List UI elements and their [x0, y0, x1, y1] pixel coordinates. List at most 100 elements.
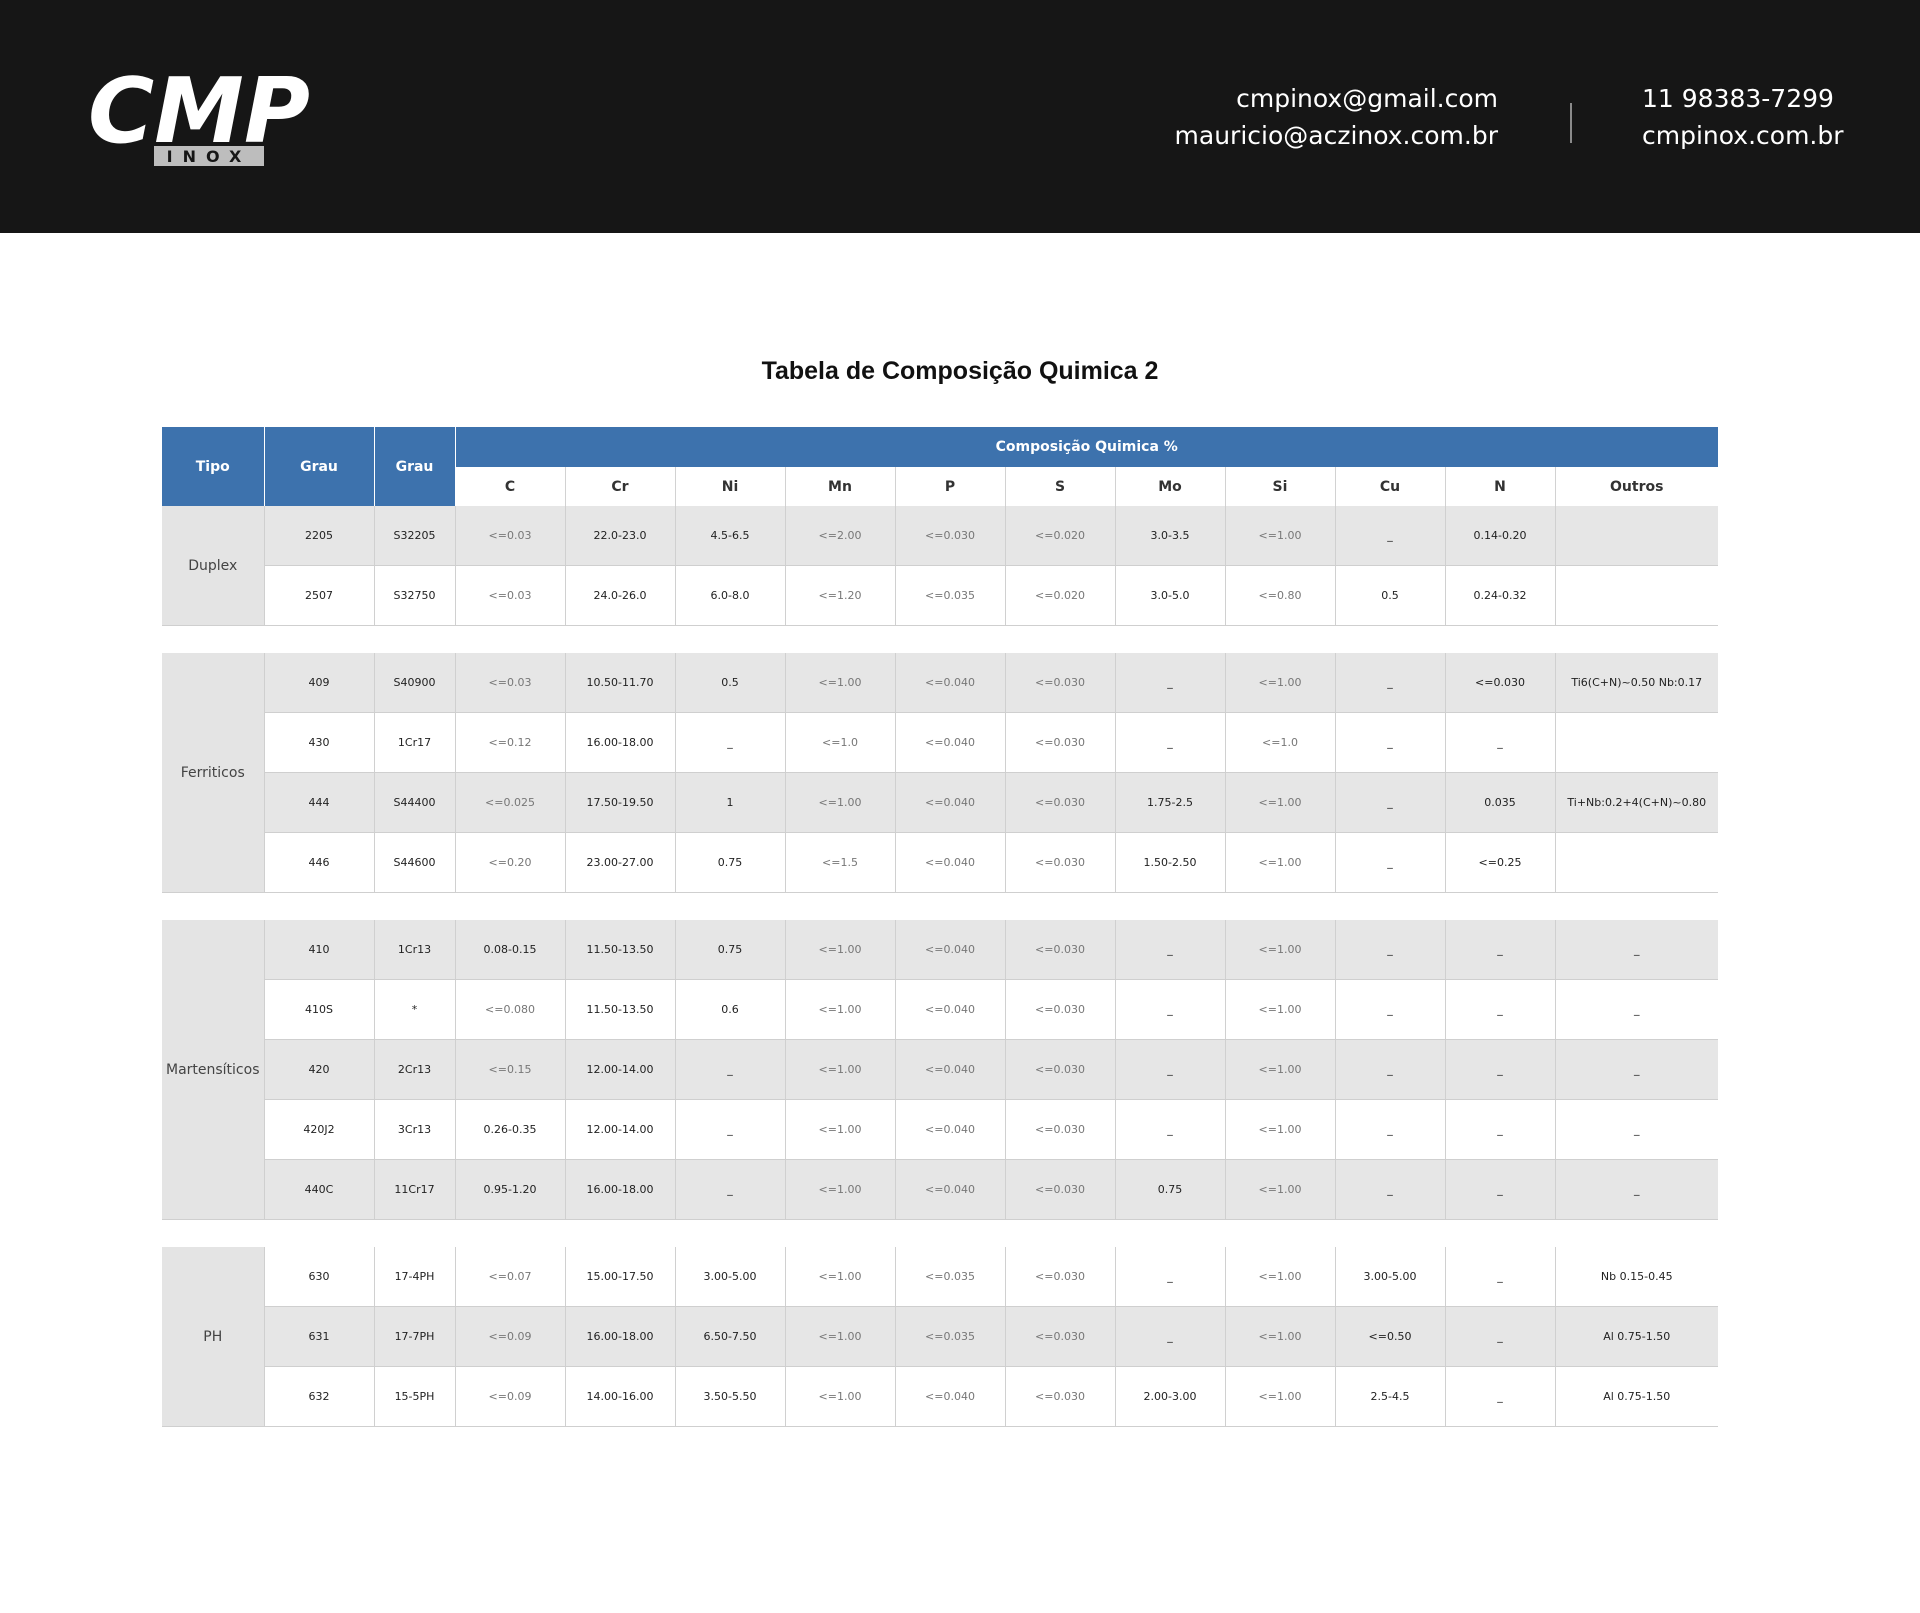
table-cell: 6.0-8.0 — [675, 565, 786, 626]
element-header: Si — [1225, 467, 1336, 506]
table-cell: 1Cr13 — [374, 920, 456, 980]
website-link[interactable]: cmpinox.com.br — [1642, 117, 1844, 154]
table-cell: 632 — [263, 1366, 375, 1427]
table-cell: 2.5-4.5 — [1335, 1366, 1446, 1427]
table-cell: <=0.03 — [455, 653, 566, 713]
table-cell: <=0.50 — [1335, 1306, 1446, 1367]
table-cell: _ — [1335, 920, 1446, 980]
table-cell: <=1.00 — [1225, 506, 1336, 566]
header-grau-alt: Grau — [374, 427, 456, 506]
cmp-inox-logo: CMP INOX — [88, 66, 310, 166]
table-row: Ferriticos 409 S40900 <=0.03 10.50-11.70 0.5 <… — [162, 653, 1718, 893]
table-cell: <=1.00 — [1225, 920, 1336, 980]
table-cell: 10.50-11.70 — [565, 653, 676, 713]
phone-number[interactable]: 11 98383-7299 — [1642, 80, 1844, 117]
phone-site-contacts: 11 98383-7299 cmpinox.com.br — [1642, 80, 1844, 154]
table-cell: 17-4PH — [374, 1247, 456, 1307]
table-cell: 420 — [263, 1039, 375, 1100]
table-cell: 11.50-13.50 — [565, 979, 676, 1040]
table-cell: <=0.030 — [1005, 832, 1116, 893]
table-row: PH 630 17-4PH <=0.07 15.00-17.50 3.00-5.00 <=1… — [162, 1247, 1718, 1427]
table-row: Martensíticos 410 1Cr13 0.08-0.15 11.50-13.5… — [162, 920, 1718, 1220]
table-cell: 0.14-0.20 — [1445, 506, 1556, 566]
email-link[interactable]: cmpinox@gmail.com — [1175, 80, 1498, 117]
contact-divider — [1570, 103, 1572, 143]
table-row: 440C 11Cr17 0.95-1.20 16.00-18.00 _ <=1.00 <=0… — [162, 1159, 1718, 1220]
table-cell: _ — [675, 1039, 786, 1100]
table-cell: 1.50-2.50 — [1115, 832, 1226, 893]
table-row: 430 1Cr17 <=0.12 16.00-18.00 _ <=1.0 <=0.040 <=… — [162, 712, 1718, 773]
group-spacer — [162, 892, 1718, 920]
table-cell: <=0.020 — [1005, 565, 1116, 626]
table-cell: <=1.00 — [1225, 1039, 1336, 1100]
table-cell: S44400 — [374, 772, 456, 833]
table-cell: <=0.030 — [1005, 1366, 1116, 1427]
table-cell: <=0.040 — [895, 832, 1006, 893]
element-header: C — [455, 467, 566, 506]
table-row: 444 S44400 <=0.025 17.50-19.50 1 <=1.00 <=0.04… — [162, 772, 1718, 833]
table-cell: <=0.12 — [455, 712, 566, 773]
table-cell: <=1.00 — [1225, 1099, 1336, 1160]
email-link[interactable]: mauricio@aczinox.com.br — [1175, 117, 1498, 154]
table-cell: S40900 — [374, 653, 456, 713]
table-cell: _ — [1445, 1039, 1556, 1100]
table-cell: _ — [1445, 1247, 1556, 1307]
header-grau: Grau — [264, 427, 375, 506]
table-cell: 16.00-18.00 — [565, 1306, 676, 1367]
table-cell: <=0.030 — [1005, 772, 1116, 833]
table-cell: <=1.00 — [1225, 772, 1336, 833]
table-cell: Ti+Nb:0.2+4(C+N)~0.80 — [1555, 772, 1718, 833]
table-cell: <=1.00 — [785, 1039, 896, 1100]
table-cell: <=0.035 — [895, 1247, 1006, 1307]
table-cell: <=0.03 — [455, 506, 566, 566]
table-cell: _ — [1555, 1039, 1718, 1100]
table-cell: _ — [1335, 832, 1446, 893]
table-cell: <=0.030 — [1005, 1306, 1116, 1367]
table-cell: 15.00-17.50 — [565, 1247, 676, 1307]
table-cell: 410S — [263, 979, 375, 1040]
table-cell: _ — [1445, 920, 1556, 980]
table-cell: <=0.040 — [895, 772, 1006, 833]
table-cell: 3.0-3.5 — [1115, 506, 1226, 566]
table-cell: <=0.20 — [455, 832, 566, 893]
table-cell: <=1.00 — [785, 653, 896, 713]
table-cell: _ — [1335, 979, 1446, 1040]
table-cell: <=0.030 — [1005, 653, 1116, 713]
table-cell: <=1.00 — [785, 1306, 896, 1367]
table-cell: _ — [1445, 1159, 1556, 1220]
table-cell: <=0.030 — [1005, 1247, 1116, 1307]
group-label: Ferriticos — [162, 653, 265, 893]
table-cell: S32205 — [374, 506, 456, 566]
table-cell — [1555, 565, 1718, 626]
table-cell: 631 — [263, 1306, 375, 1367]
table-cell: 0.26-0.35 — [455, 1099, 566, 1160]
table-cell: 0.75 — [1115, 1159, 1226, 1220]
table-row: 446 S44600 <=0.20 23.00-27.00 0.75 <=1.5 <=0.0… — [162, 832, 1718, 893]
table-cell: 12.00-14.00 — [565, 1039, 676, 1100]
table-cell: 0.5 — [1335, 565, 1446, 626]
table-cell: <=0.03 — [455, 565, 566, 626]
table-cell: 0.75 — [675, 920, 786, 980]
table-cell: 3Cr13 — [374, 1099, 456, 1160]
group-spacer — [162, 625, 1718, 653]
table-cell: 11Cr17 — [374, 1159, 456, 1220]
page-title: Tabela de Composição Quimica 2 — [761, 357, 1159, 385]
table-row: 420J2 3Cr13 0.26-0.35 12.00-14.00 _ <=1.00 <=0… — [162, 1099, 1718, 1160]
table-cell: _ — [1335, 772, 1446, 833]
table-cell: 22.0-23.0 — [565, 506, 676, 566]
table-cell: _ — [1115, 1306, 1226, 1367]
group-spacer — [162, 1219, 1718, 1247]
table-cell: _ — [1115, 712, 1226, 773]
table-cell: _ — [675, 1099, 786, 1160]
table-cell: 0.08-0.15 — [455, 920, 566, 980]
table-row: 420 2Cr13 <=0.15 12.00-14.00 _ <=1.00 <=0.040 <… — [162, 1039, 1718, 1100]
table-cell: 3.50-5.50 — [675, 1366, 786, 1427]
element-header: Outros — [1555, 467, 1718, 506]
table-cell: 410 — [263, 920, 375, 980]
table-cell: 23.00-27.00 — [565, 832, 676, 893]
table-cell: <=1.00 — [1225, 979, 1336, 1040]
table-cell: <=1.00 — [785, 1366, 896, 1427]
table-cell: 3.00-5.00 — [1335, 1247, 1446, 1307]
table-cell: <=1.00 — [1225, 1306, 1336, 1367]
table-cell: <=1.0 — [1225, 712, 1336, 773]
